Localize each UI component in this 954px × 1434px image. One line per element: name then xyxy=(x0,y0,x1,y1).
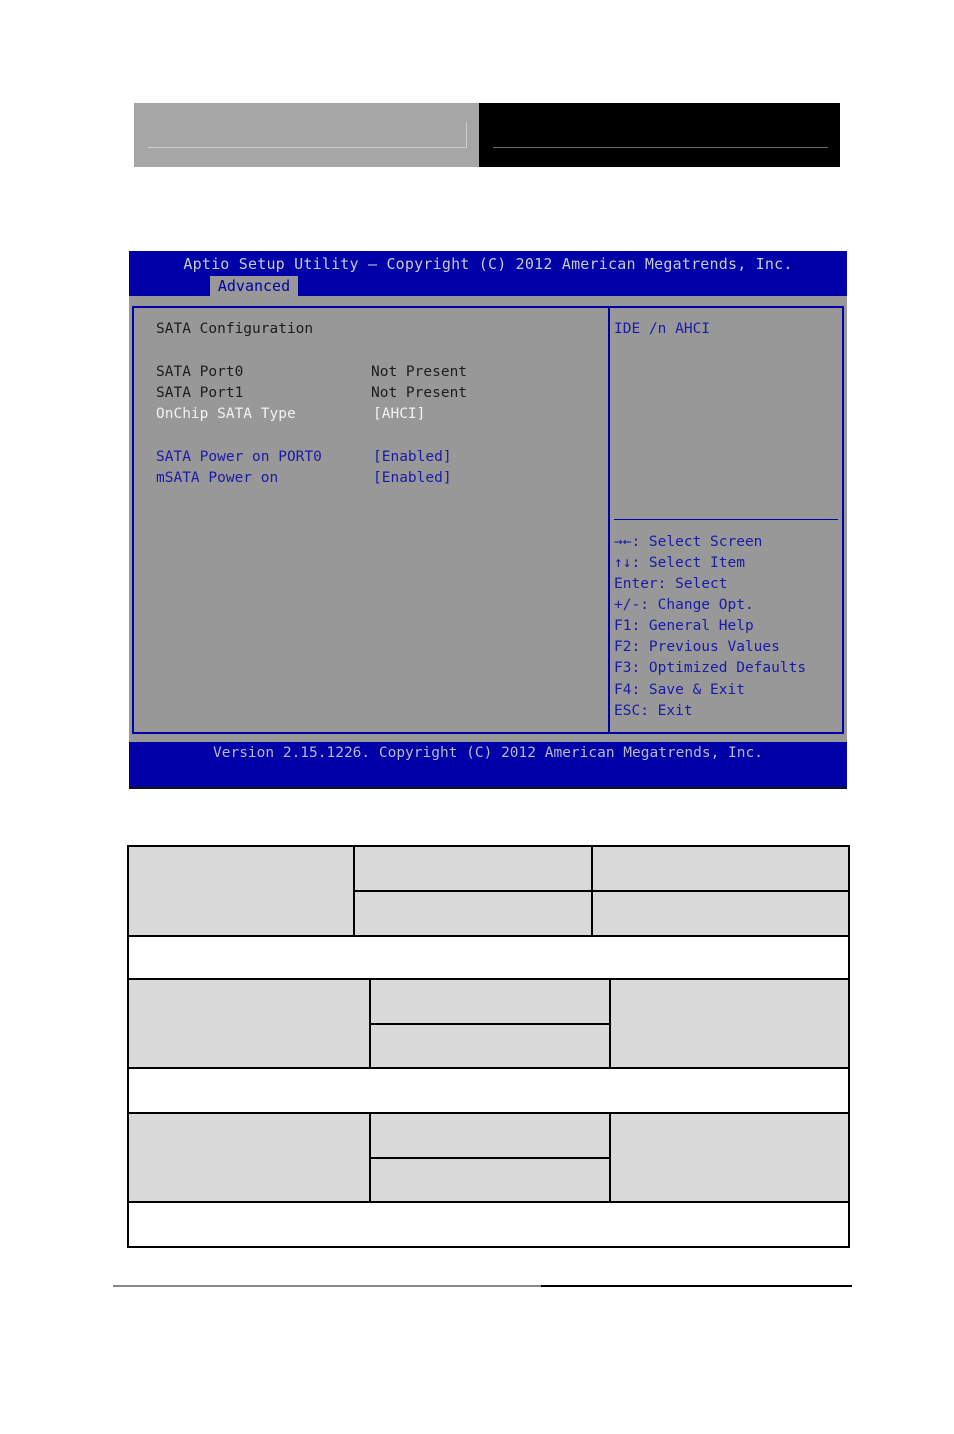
setting-label-sata-port0: SATA Port0 xyxy=(156,364,244,380)
settings-panel: SATA Configuration SATA Port0 Not Presen… xyxy=(132,306,610,734)
page-header-left-band xyxy=(134,103,479,167)
table-cell xyxy=(369,978,611,1025)
setting-value-msata-power[interactable]: [Enabled] xyxy=(373,469,452,487)
table-cell xyxy=(369,1157,611,1203)
key-help-f1: F1: General Help xyxy=(614,618,754,634)
key-help-f4: F4: Save & Exit xyxy=(614,682,745,698)
key-help-f2: F2: Previous Values xyxy=(614,639,780,655)
spec-table-1 xyxy=(127,845,850,981)
spec-table-3 xyxy=(127,1112,850,1248)
key-help-enter: Enter: Select xyxy=(614,576,728,592)
table-cell xyxy=(369,1112,611,1159)
table-cell xyxy=(609,1112,850,1203)
bios-screen: Aptio Setup Utility – Copyright (C) 2012… xyxy=(129,251,847,789)
footer-rule xyxy=(541,1285,852,1287)
table-cell xyxy=(591,890,850,937)
table-cell xyxy=(353,845,593,892)
key-help-f3: F3: Optimized Defaults xyxy=(614,660,807,676)
bios-footer-bar: Version 2.15.1226. Copyright (C) 2012 Am… xyxy=(129,742,847,787)
setting-label-sata-port1: SATA Port1 xyxy=(156,385,244,401)
table-cell xyxy=(127,1201,850,1248)
table-cell xyxy=(591,845,850,892)
header-rule xyxy=(493,147,828,148)
tab-advanced[interactable]: Advanced xyxy=(210,276,298,296)
table-cell xyxy=(353,890,593,937)
key-help-esc: ESC: Exit xyxy=(614,703,693,719)
setting-value-sata-power-port0[interactable]: [Enabled] xyxy=(373,448,452,466)
footer-rule xyxy=(113,1285,543,1287)
key-help-change-opt: +/-: Change Opt. xyxy=(614,597,754,613)
item-help-text: IDE /n AHCI xyxy=(614,321,711,337)
spec-table-2 xyxy=(127,978,850,1114)
table-cell xyxy=(127,978,371,1069)
setting-label-msata-power[interactable]: mSATA Power on xyxy=(156,469,278,487)
help-panel: IDE /n AHCI →←: Select Screen ↑↓: Select… xyxy=(608,306,844,734)
setting-value-onchip-sata-type[interactable]: [AHCI] xyxy=(373,405,425,423)
key-help-select-screen: →←: Select Screen xyxy=(614,534,763,550)
key-help-select-item: ↑↓: Select Item xyxy=(614,555,745,571)
header-rule-vertical xyxy=(466,122,467,148)
bios-title: Aptio Setup Utility – Copyright (C) 2012… xyxy=(183,255,793,273)
bios-version-text: Version 2.15.1226. Copyright (C) 2012 Am… xyxy=(213,745,763,761)
setting-label-sata-power-port0[interactable]: SATA Power on PORT0 xyxy=(156,448,322,466)
bios-title-bar: Aptio Setup Utility – Copyright (C) 2012… xyxy=(129,251,847,296)
table-cell xyxy=(127,1067,850,1114)
bios-bottom-edge xyxy=(129,787,847,789)
header-rule xyxy=(148,147,466,148)
setting-value-sata-port1: Not Present xyxy=(371,385,468,401)
table-cell xyxy=(127,845,355,937)
section-title: SATA Configuration xyxy=(156,321,314,337)
setting-label-onchip-sata-type[interactable]: OnChip SATA Type xyxy=(156,405,296,423)
table-cell xyxy=(127,1112,371,1203)
setting-value-sata-port0: Not Present xyxy=(371,364,468,380)
page-header-right-band xyxy=(479,103,840,167)
table-cell xyxy=(369,1023,611,1069)
table-cell xyxy=(609,978,850,1069)
help-divider xyxy=(614,519,838,520)
table-cell xyxy=(127,935,850,981)
